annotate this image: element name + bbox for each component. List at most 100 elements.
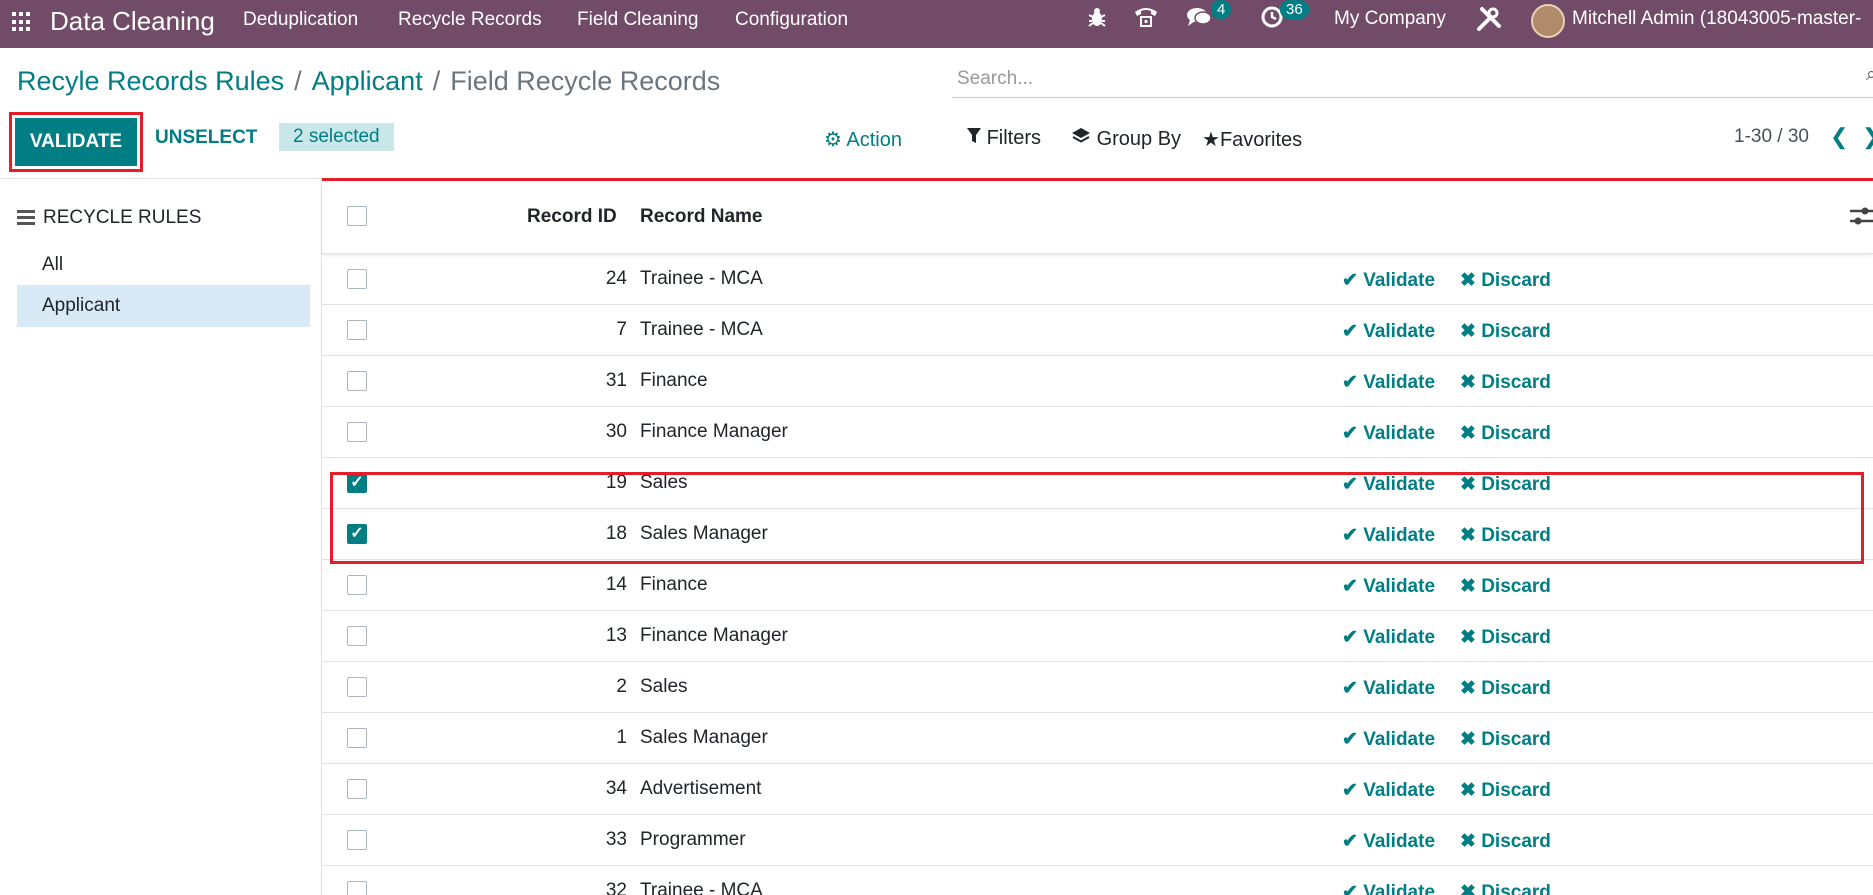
phone-icon[interactable] (1133, 6, 1159, 34)
debug-icon[interactable] (1087, 6, 1107, 34)
discard-row-button[interactable]: ✖ Discard (1460, 830, 1551, 853)
group-by-dropdown[interactable]: Group By (1071, 127, 1181, 151)
record-name-cell: Sales Manager (640, 727, 768, 748)
discard-row-button[interactable]: ✖ Discard (1460, 524, 1551, 547)
user-avatar[interactable] (1531, 4, 1565, 38)
validate-row-button[interactable]: ✔ Validate (1342, 524, 1435, 547)
validate-row-button[interactable]: ✔ Validate (1342, 830, 1435, 853)
filters-dropdown[interactable]: Filters (967, 127, 1041, 150)
action-dropdown[interactable]: ⚙ Action (824, 127, 902, 152)
table-row[interactable]: 30 Finance Manager ✔ Validate ✖ Discard (322, 407, 1873, 458)
validate-row-button[interactable]: ✔ Validate (1342, 371, 1435, 394)
validate-row-button[interactable]: ✔ Validate (1342, 881, 1435, 895)
validate-row-button[interactable]: ✔ Validate (1342, 728, 1435, 751)
validate-row-button[interactable]: ✔ Validate (1342, 473, 1435, 496)
validate-button[interactable]: VALIDATE (9, 112, 143, 172)
validate-label: Validate (1363, 576, 1436, 597)
user-menu[interactable]: Mitchell Admin (18043005-master- (1572, 8, 1861, 30)
search-input[interactable]: Search... (952, 62, 1873, 98)
table-row[interactable]: 24 Trainee - MCA ✔ Validate ✖ Discard (322, 254, 1873, 305)
row-checkbox[interactable] (347, 320, 367, 340)
table-row[interactable]: ✓ 18 Sales Manager ✔ Validate ✖ Discard (322, 509, 1873, 560)
table-row[interactable]: 13 Finance Manager ✔ Validate ✖ Discard (322, 611, 1873, 662)
row-checkbox[interactable] (347, 371, 367, 391)
table-row[interactable]: 1 Sales Manager ✔ Validate ✖ Discard (322, 713, 1873, 764)
company-switcher[interactable]: My Company (1334, 8, 1446, 30)
validate-row-button[interactable]: ✔ Validate (1342, 320, 1435, 343)
table-row[interactable]: 2 Sales ✔ Validate ✖ Discard (322, 662, 1873, 713)
times-icon: ✖ (1460, 882, 1476, 895)
search-icon[interactable]: ⌕ (1866, 64, 1873, 86)
row-checkbox[interactable]: ✓ (347, 473, 367, 493)
row-checkbox[interactable] (347, 677, 367, 697)
discard-row-button[interactable]: ✖ Discard (1460, 473, 1551, 496)
validate-row-button[interactable]: ✔ Validate (1342, 779, 1435, 802)
discard-label: Discard (1481, 780, 1551, 801)
sidebar-item-all[interactable]: All (17, 244, 310, 286)
menu-configuration[interactable]: Configuration (735, 9, 848, 31)
record-id-cell: 31 (605, 370, 627, 391)
discard-row-button[interactable]: ✖ Discard (1460, 626, 1551, 649)
breadcrumb-separator: / (294, 66, 302, 96)
validate-label: Validate (1363, 321, 1436, 342)
optional-columns-icon[interactable] (1850, 206, 1873, 232)
discard-row-button[interactable]: ✖ Discard (1460, 269, 1551, 292)
validate-row-button[interactable]: ✔ Validate (1342, 422, 1435, 445)
validate-row-button[interactable]: ✔ Validate (1342, 677, 1435, 700)
validate-row-button[interactable]: ✔ Validate (1342, 269, 1435, 292)
times-icon: ✖ (1460, 831, 1476, 852)
row-checkbox[interactable] (347, 626, 367, 646)
sidebar-item-applicant[interactable]: Applicant (17, 285, 310, 327)
row-checkbox[interactable] (347, 575, 367, 595)
validate-label: Validate (1363, 423, 1436, 444)
column-record-name[interactable]: Record Name (640, 206, 763, 228)
column-record-id[interactable]: Record ID (527, 206, 617, 228)
messages-icon[interactable] (1186, 6, 1212, 34)
pager-previous-icon[interactable]: ❮ (1830, 124, 1848, 150)
check-icon: ✔ (1342, 831, 1358, 852)
breadcrumb-applicant[interactable]: Applicant (312, 66, 423, 96)
settings-tools-icon[interactable] (1476, 6, 1502, 38)
discard-row-button[interactable]: ✖ Discard (1460, 677, 1551, 700)
menu-deduplication[interactable]: Deduplication (243, 9, 358, 31)
app-brand[interactable]: Data Cleaning (50, 6, 215, 37)
breadcrumb-recycle-rules[interactable]: Recyle Records Rules (17, 66, 284, 96)
discard-row-button[interactable]: ✖ Discard (1460, 422, 1551, 445)
row-checkbox[interactable] (347, 422, 367, 442)
discard-row-button[interactable]: ✖ Discard (1460, 320, 1551, 343)
times-icon: ✖ (1460, 576, 1476, 597)
menu-recycle-records[interactable]: Recycle Records (398, 9, 542, 31)
layers-icon (1071, 128, 1097, 150)
discard-row-button[interactable]: ✖ Discard (1460, 371, 1551, 394)
table-row[interactable]: 33 Programmer ✔ Validate ✖ Discard (322, 815, 1873, 866)
pager-value[interactable]: 1-30 / 30 (1734, 126, 1809, 148)
discard-row-button[interactable]: ✖ Discard (1460, 575, 1551, 598)
check-icon: ✔ (1342, 525, 1358, 546)
validate-row-button[interactable]: ✔ Validate (1342, 575, 1435, 598)
menu-field-cleaning[interactable]: Field Cleaning (577, 9, 698, 31)
row-checkbox[interactable] (347, 881, 367, 895)
discard-label: Discard (1481, 474, 1551, 495)
row-checkbox[interactable] (347, 269, 367, 289)
table-row[interactable]: ✓ 19 Sales ✔ Validate ✖ Discard (322, 458, 1873, 509)
select-all-checkbox[interactable] (347, 206, 367, 226)
unselect-button[interactable]: UNSELECT (155, 127, 257, 149)
table-row[interactable]: 7 Trainee - MCA ✔ Validate ✖ Discard (322, 305, 1873, 356)
validate-row-button[interactable]: ✔ Validate (1342, 626, 1435, 649)
apps-menu-icon[interactable] (12, 12, 32, 32)
row-checkbox[interactable] (347, 779, 367, 799)
discard-row-button[interactable]: ✖ Discard (1460, 779, 1551, 802)
row-checkbox[interactable] (347, 728, 367, 748)
row-checkbox[interactable]: ✓ (347, 524, 367, 544)
table-row[interactable]: 34 Advertisement ✔ Validate ✖ Discard (322, 764, 1873, 815)
discard-row-button[interactable]: ✖ Discard (1460, 881, 1551, 895)
validate-label: Validate (1363, 678, 1436, 699)
row-checkbox[interactable] (347, 830, 367, 850)
record-id-cell: 34 (605, 778, 627, 799)
table-row[interactable]: 32 Trainee - MCA ✔ Validate ✖ Discard (322, 866, 1873, 895)
favorites-dropdown[interactable]: ★Favorites (1202, 127, 1302, 152)
table-row[interactable]: 14 Finance ✔ Validate ✖ Discard (322, 560, 1873, 611)
pager-next-icon[interactable]: ❯ (1862, 124, 1873, 150)
table-row[interactable]: 31 Finance ✔ Validate ✖ Discard (322, 356, 1873, 407)
discard-row-button[interactable]: ✖ Discard (1460, 728, 1551, 751)
